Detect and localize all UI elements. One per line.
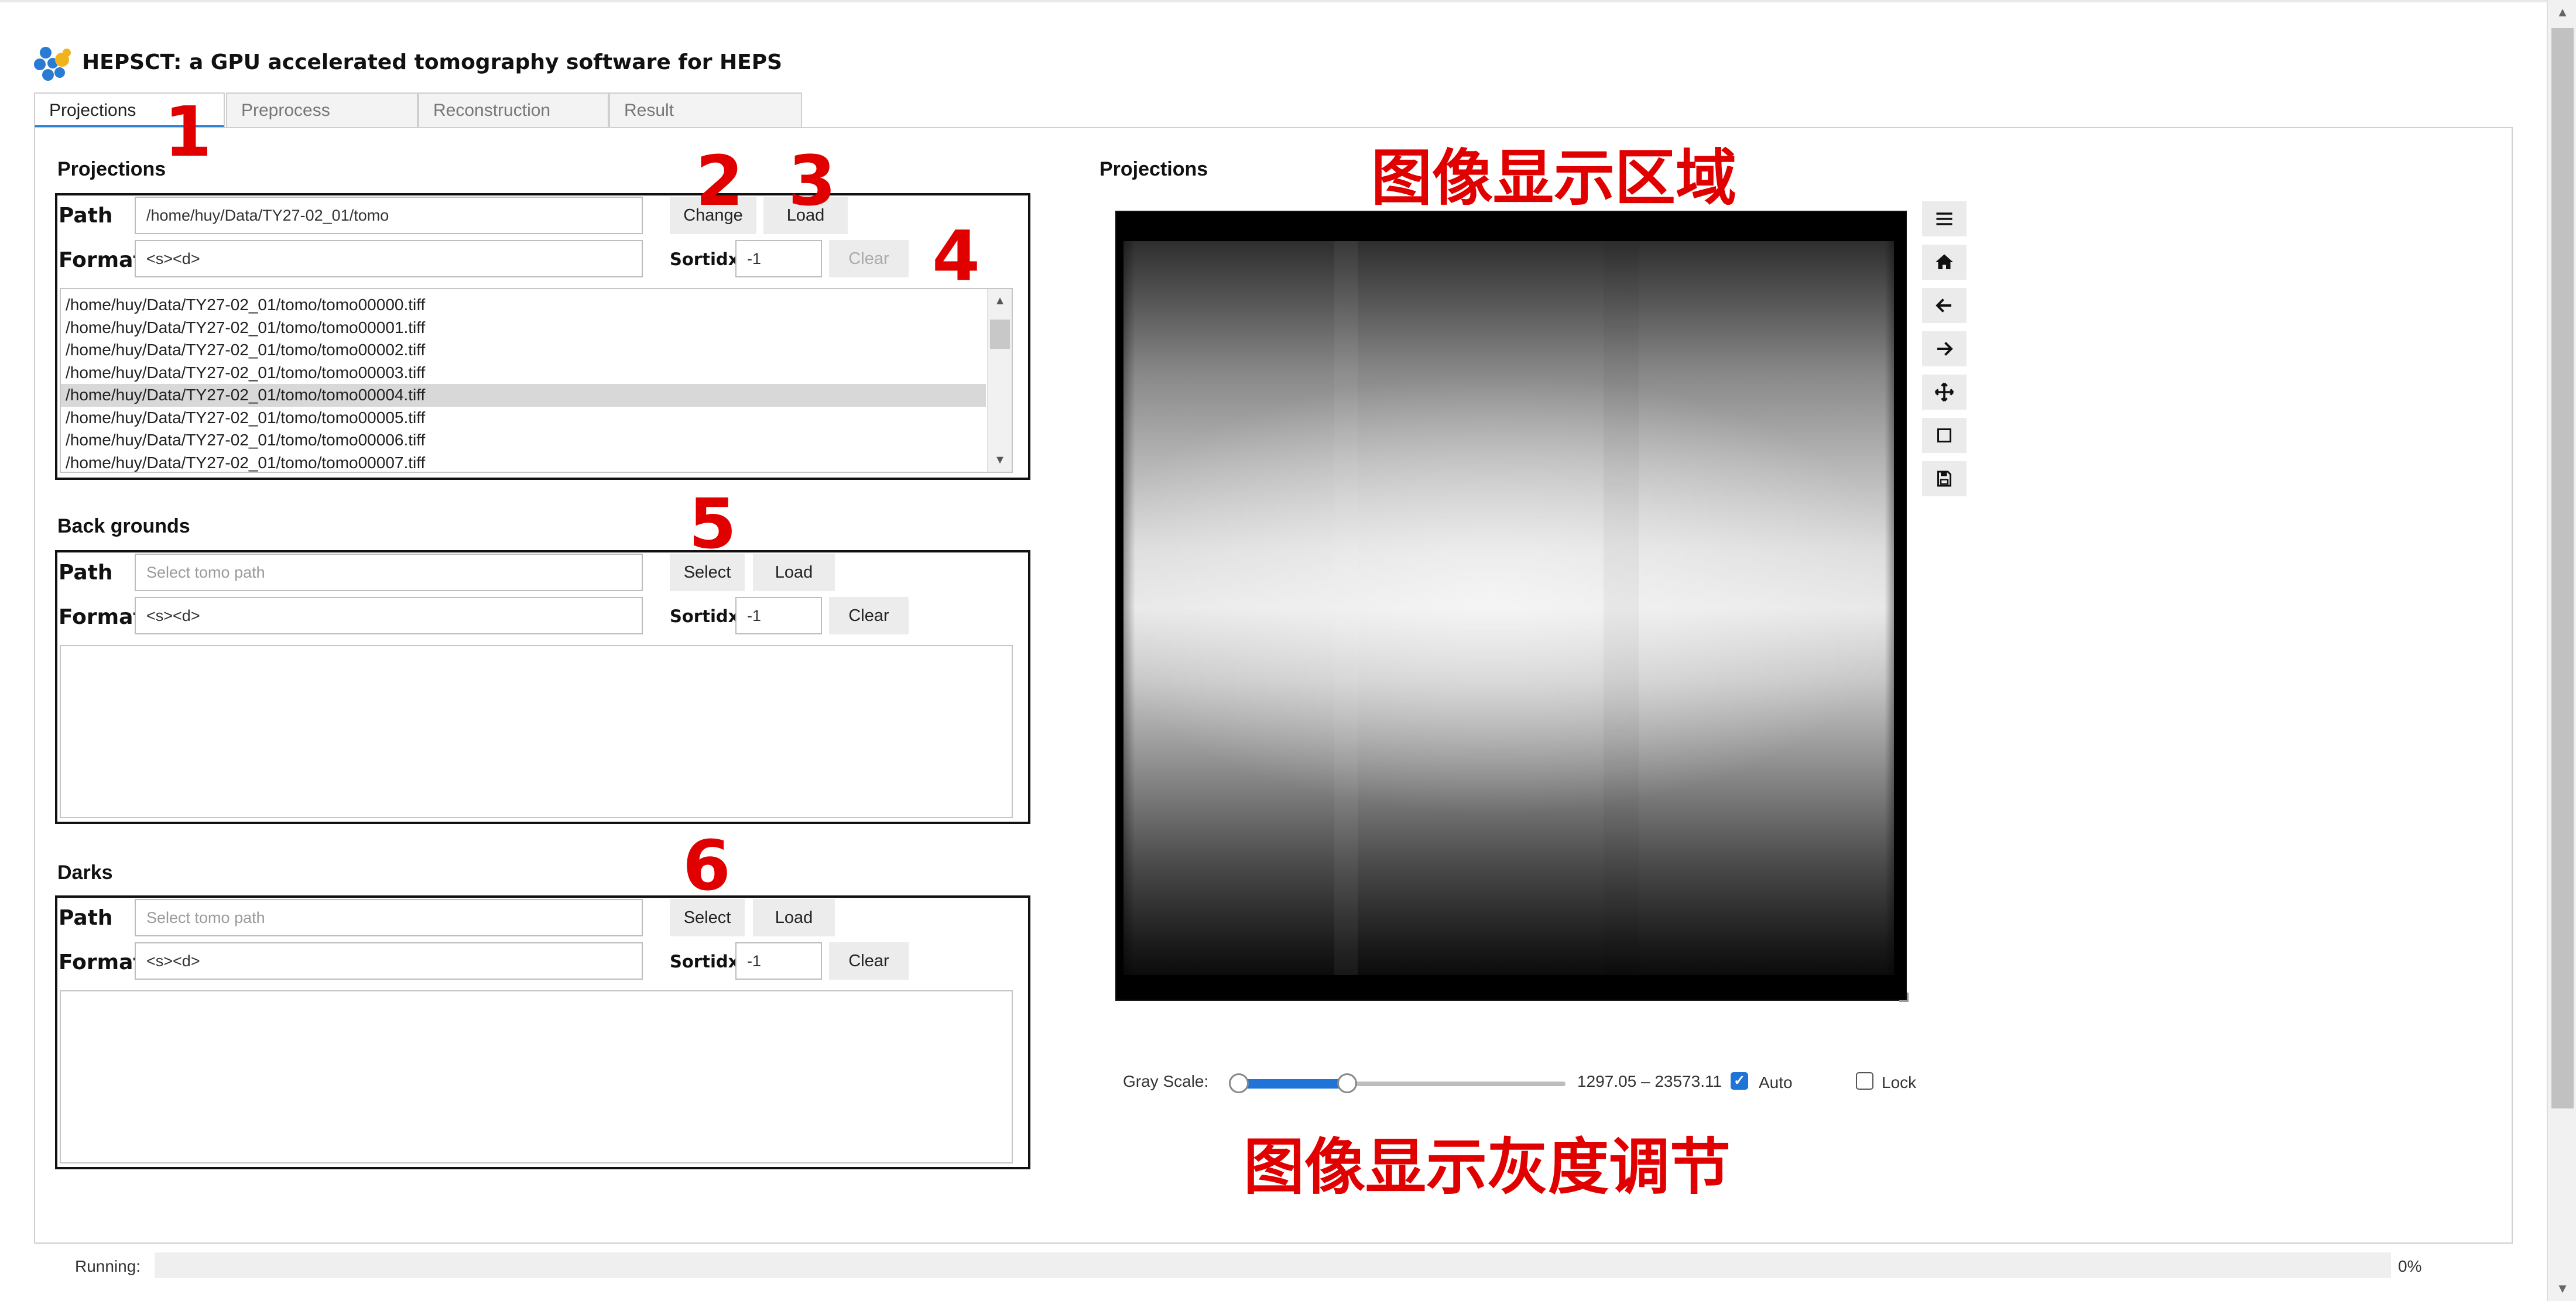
scroll-down-icon[interactable]: ▼ bbox=[988, 448, 1012, 472]
darks-path-label: Path bbox=[59, 906, 113, 930]
file-list-item[interactable]: /home/huy/Data/TY27-02_01/tomo/tomo00006… bbox=[61, 429, 986, 452]
darks-section-title: Darks bbox=[57, 861, 113, 884]
page-scrollbar[interactable]: ▲ ▼ bbox=[2547, 0, 2576, 1301]
lock-label: Lock bbox=[1882, 1073, 1917, 1091]
darks-sortidx-label: Sortidx bbox=[670, 952, 739, 972]
backgrounds-clear-button[interactable]: Clear bbox=[829, 597, 909, 634]
projections-format-input[interactable] bbox=[135, 240, 643, 277]
auto-checkbox[interactable]: ✓ bbox=[1731, 1072, 1748, 1090]
backgrounds-sortidx-input[interactable] bbox=[735, 597, 822, 634]
scroll-thumb[interactable] bbox=[990, 320, 1010, 349]
progress-percent: 0% bbox=[2398, 1257, 2422, 1275]
file-list-item[interactable]: /home/huy/Data/TY27-02_01/tomo/tomo00004… bbox=[61, 384, 986, 407]
gray-scale-label: Gray Scale: bbox=[1123, 1072, 1209, 1090]
running-label: Running: bbox=[75, 1257, 141, 1275]
projections-path-label: Path bbox=[59, 204, 113, 228]
arrow-right-icon[interactable] bbox=[1922, 331, 1967, 366]
resize-grip-icon[interactable] bbox=[1899, 993, 1909, 1002]
projections-clear-button[interactable]: Clear bbox=[829, 240, 909, 277]
tab-preprocess[interactable]: Preprocess bbox=[226, 92, 418, 128]
annotation-3: 3 bbox=[788, 140, 837, 221]
page-scroll-thumb[interactable] bbox=[2551, 28, 2574, 1108]
file-list-scrollbar[interactable]: ▲ ▼ bbox=[987, 289, 1012, 472]
backgrounds-format-input[interactable] bbox=[135, 597, 643, 634]
projections-sortidx-input[interactable] bbox=[735, 240, 822, 277]
backgrounds-path-label: Path bbox=[59, 561, 113, 585]
projections-file-list[interactable]: /home/huy/Data/TY27-02_01/tomo/tomo00000… bbox=[60, 288, 1013, 473]
file-list-item[interactable]: /home/huy/Data/TY27-02_01/tomo/tomo00000… bbox=[61, 294, 986, 317]
menu-icon[interactable] bbox=[1922, 201, 1967, 236]
window-top-edge bbox=[0, 0, 2547, 2]
gray-scale-slider-range bbox=[1239, 1079, 1347, 1089]
scroll-up-icon[interactable]: ▲ bbox=[988, 289, 1012, 313]
projections-sortidx-label: Sortidx bbox=[670, 249, 739, 269]
page-scroll-up-icon[interactable]: ▲ bbox=[2548, 5, 2576, 20]
viewer-title: Projections bbox=[1099, 158, 1208, 180]
backgrounds-file-list[interactable] bbox=[60, 645, 1013, 818]
gray-scale-min-handle[interactable] bbox=[1229, 1073, 1249, 1093]
annotation-6: 6 bbox=[683, 825, 731, 906]
annotation-2: 2 bbox=[696, 140, 744, 221]
projections-path-input[interactable] bbox=[135, 197, 643, 234]
projections-section-title: Projections bbox=[57, 158, 166, 180]
annotation-5: 5 bbox=[688, 483, 737, 564]
file-list-item[interactable]: /home/huy/Data/TY27-02_01/tomo/tomo00003… bbox=[61, 362, 986, 385]
projections-format-label: Format bbox=[59, 248, 143, 272]
home-icon[interactable] bbox=[1922, 245, 1967, 280]
move-icon[interactable] bbox=[1922, 375, 1967, 410]
backgrounds-load-button[interactable]: Load bbox=[753, 554, 835, 591]
darks-sortidx-input[interactable] bbox=[735, 942, 822, 980]
tab-reconstruction[interactable]: Reconstruction bbox=[418, 92, 609, 128]
auto-label: Auto bbox=[1759, 1073, 1793, 1091]
zoom-rect-icon[interactable] bbox=[1922, 418, 1967, 453]
file-list-item[interactable]: /home/huy/Data/TY27-02_01/tomo/tomo00002… bbox=[61, 339, 986, 362]
annotation-1: 1 bbox=[164, 91, 213, 172]
darks-format-label: Format bbox=[59, 950, 143, 974]
app-title: HEPSCT: a GPU accelerated tomography sof… bbox=[82, 50, 783, 74]
tab-result[interactable]: Result bbox=[609, 92, 802, 128]
darks-clear-button[interactable]: Clear bbox=[829, 942, 909, 980]
annotation-gray-adjust: 图像显示灰度调节 bbox=[1244, 1131, 1731, 1203]
darks-load-button[interactable]: Load bbox=[753, 899, 835, 936]
gray-scale-range-text: 1297.05 – 23573.11 bbox=[1577, 1072, 1722, 1090]
backgrounds-path-input[interactable] bbox=[135, 554, 643, 591]
file-list-item[interactable]: /home/huy/Data/TY27-02_01/tomo/tomo00001… bbox=[61, 317, 986, 339]
arrow-left-icon[interactable] bbox=[1922, 288, 1967, 323]
darks-file-list[interactable] bbox=[60, 990, 1013, 1163]
gray-scale-max-handle[interactable] bbox=[1337, 1073, 1357, 1093]
save-icon[interactable] bbox=[1922, 461, 1967, 496]
page-scroll-down-icon[interactable]: ▼ bbox=[2548, 1281, 2576, 1296]
file-list-item[interactable]: /home/huy/Data/TY27-02_01/tomo/tomo00007… bbox=[61, 452, 986, 472]
darks-format-input[interactable] bbox=[135, 942, 643, 980]
backgrounds-sortidx-label: Sortidx bbox=[670, 606, 739, 626]
lock-checkbox[interactable] bbox=[1856, 1072, 1873, 1090]
backgrounds-format-label: Format bbox=[59, 605, 143, 629]
projection-image[interactable] bbox=[1123, 241, 1894, 975]
annotation-4: 4 bbox=[932, 215, 981, 296]
file-list-item[interactable]: /home/huy/Data/TY27-02_01/tomo/tomo00005… bbox=[61, 407, 986, 430]
annotation-image-area: 图像显示区域 bbox=[1371, 142, 1737, 214]
darks-path-input[interactable] bbox=[135, 899, 643, 936]
app-logo bbox=[33, 42, 75, 84]
progress-bar bbox=[155, 1252, 2391, 1278]
backgrounds-section-title: Back grounds bbox=[57, 515, 190, 537]
